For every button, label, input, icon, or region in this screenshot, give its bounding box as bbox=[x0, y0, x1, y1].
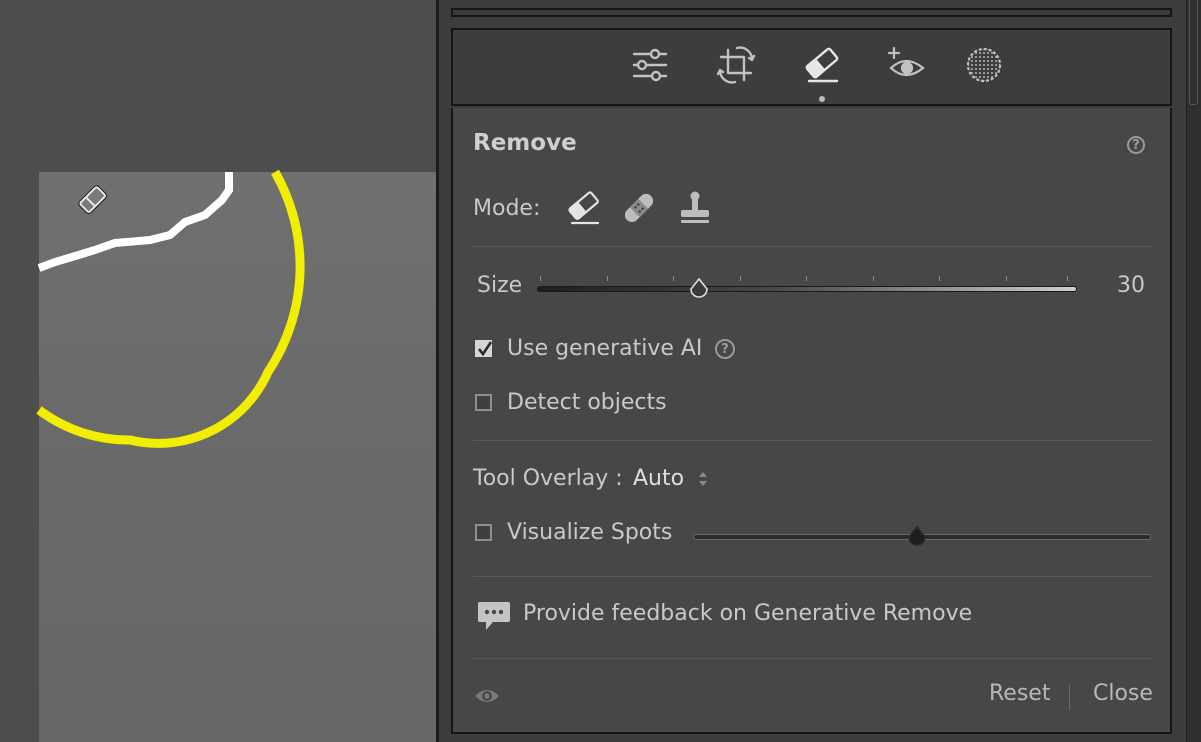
panel-top-strip bbox=[451, 8, 1172, 17]
separator bbox=[473, 440, 1152, 441]
slider-tick bbox=[806, 276, 807, 281]
eye-icon[interactable] bbox=[473, 685, 501, 707]
crop-rotate-icon[interactable] bbox=[714, 43, 758, 87]
masking-icon[interactable] bbox=[962, 43, 1006, 87]
size-slider-track[interactable] bbox=[537, 286, 1077, 292]
close-button[interactable]: Close bbox=[1093, 681, 1153, 706]
visualize-spots-thumb[interactable] bbox=[906, 525, 928, 548]
scrollbar-thumb[interactable] bbox=[1189, 0, 1198, 105]
size-value[interactable]: 30 bbox=[1117, 273, 1145, 298]
updown-chevron-icon bbox=[699, 472, 707, 486]
slider-tick bbox=[607, 276, 608, 281]
edit-sliders-icon[interactable] bbox=[628, 43, 672, 87]
mode-label: Mode: bbox=[473, 196, 541, 221]
red-eye-icon[interactable] bbox=[884, 43, 928, 87]
panel-scrollbar[interactable] bbox=[1186, 0, 1201, 742]
detect-objects-checkbox[interactable] bbox=[475, 394, 492, 411]
separator bbox=[473, 658, 1152, 659]
reset-button[interactable]: Reset bbox=[989, 681, 1050, 706]
eraser-cursor-icon bbox=[74, 181, 112, 219]
slider-tick bbox=[540, 276, 541, 281]
provide-feedback-link[interactable]: Provide feedback on Generative Remove bbox=[477, 596, 972, 636]
use-generative-ai-label[interactable]: Use generative AI bbox=[507, 336, 702, 361]
slider-tick bbox=[1067, 276, 1068, 281]
footer-divider bbox=[1069, 684, 1070, 710]
separator bbox=[473, 246, 1152, 247]
slider-tick bbox=[673, 276, 674, 281]
visualize-spots-label[interactable]: Visualize Spots bbox=[507, 520, 672, 545]
tool-overlay-label: Tool Overlay : bbox=[473, 466, 623, 491]
size-label: Size bbox=[477, 273, 523, 298]
question-circle-icon[interactable]: ? bbox=[1127, 136, 1145, 154]
slider-tick bbox=[740, 276, 741, 281]
remove-selection-stroke bbox=[37, 172, 233, 272]
tool-strip bbox=[451, 28, 1172, 106]
eraser-remove-icon[interactable] bbox=[800, 43, 844, 87]
size-slider-thumb[interactable] bbox=[688, 277, 710, 300]
tool-overlay-select[interactable]: Auto bbox=[633, 464, 713, 494]
slider-tick bbox=[1006, 276, 1007, 281]
provide-feedback-label: Provide feedback on Generative Remove bbox=[523, 601, 973, 626]
photo-canvas[interactable] bbox=[0, 0, 436, 742]
speech-bubble-icon bbox=[478, 602, 510, 630]
panel-title: Remove bbox=[473, 130, 577, 156]
healing-bandage-icon[interactable] bbox=[619, 188, 659, 228]
active-tool-indicator bbox=[819, 96, 825, 102]
size-slider[interactable] bbox=[537, 276, 1077, 300]
detect-objects-label[interactable]: Detect objects bbox=[507, 390, 667, 415]
visualize-spots-checkbox[interactable] bbox=[475, 524, 492, 541]
develop-panel: Remove ? Mode: Size 30 Use generative AI… bbox=[439, 0, 1186, 742]
clone-stamp-icon[interactable] bbox=[675, 188, 715, 228]
tool-overlay-value: Auto bbox=[633, 466, 685, 491]
eraser-remove-icon[interactable] bbox=[564, 188, 604, 228]
separator bbox=[473, 576, 1152, 577]
slider-tick bbox=[939, 276, 940, 281]
use-generative-ai-checkbox[interactable] bbox=[475, 340, 493, 357]
remove-panel: Remove ? Mode: Size 30 Use generative AI… bbox=[451, 108, 1172, 734]
canvas-overlay bbox=[36, 169, 305, 448]
question-circle-icon[interactable]: ? bbox=[715, 339, 735, 359]
visualize-spots-slider[interactable] bbox=[693, 524, 1151, 548]
slider-tick bbox=[873, 276, 874, 281]
